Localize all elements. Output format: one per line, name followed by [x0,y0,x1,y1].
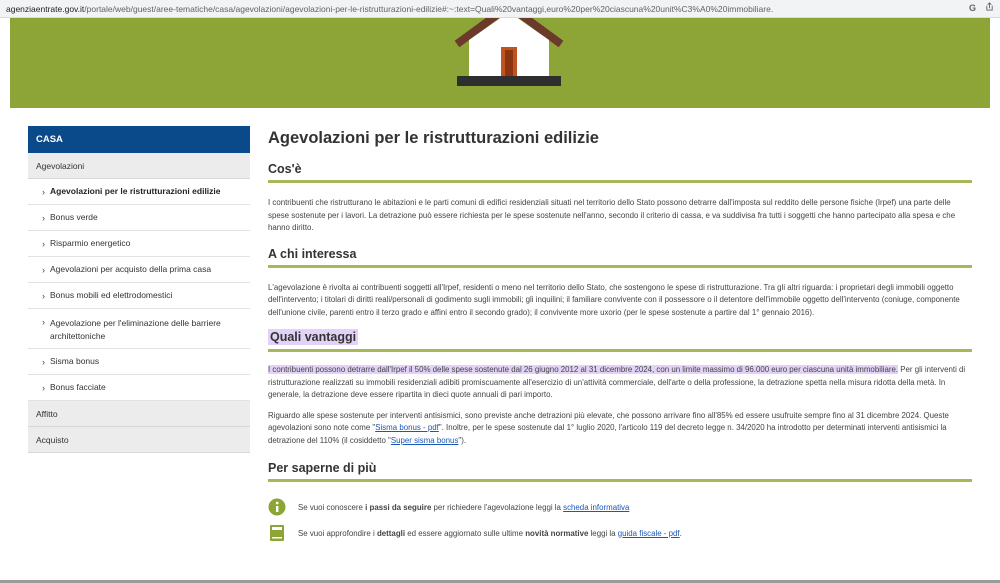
info-text-part: . [679,528,682,538]
book-icon [270,525,284,541]
info-text: Se vuoi approfondire i dettagli ed esser… [298,529,682,538]
section-divider [268,349,972,352]
paragraph-text: "). [458,435,467,445]
sidebar-item-bonus-mobili[interactable]: › Bonus mobili ed elettrodomestici [28,283,250,309]
sidebar-item-label: Bonus mobili ed elettrodomestici [50,290,173,300]
hero-banner [10,18,990,108]
house-icon [454,18,564,86]
chevron-right-icon: › [42,238,45,249]
chevron-right-icon: › [42,212,45,223]
sidebar-item-bonus-facciate[interactable]: › Bonus facciate [28,375,250,401]
chevron-right-icon: › [42,382,45,393]
sidebar-section-agevolazioni[interactable]: Agevolazioni [28,153,250,179]
share-icon[interactable] [985,2,994,13]
section-text-a-chi-interessa: L'agevolazione è rivolta ai contribuenti… [268,282,960,317]
super-sisma-bonus-link[interactable]: Super sisma bonus [391,436,459,445]
guida-fiscale-pdf-link[interactable]: guida fiscale - pdf [618,529,680,538]
info-text-part: leggi la [588,528,618,538]
info-text-part: per richiedere l'agevolazione leggi la [431,502,564,512]
section-divider [268,479,972,482]
scheda-informativa-link[interactable]: scheda informativa [563,503,629,512]
section-text-quali-vantaggi-2: Riguardo alle spese sostenute per interv… [268,410,972,448]
sidebar-item-label: Agevolazioni per le ristrutturazioni edi… [50,186,221,196]
sidebar-item-barriere[interactable]: › Agevolazione per l'eliminazione delle … [28,309,250,349]
section-divider [268,180,972,183]
sidebar-item-label: Bonus facciate [50,382,106,392]
sidebar-item-prima-casa[interactable]: › Agevolazioni per acquisto della prima … [28,257,250,283]
url-domain: agenziaentrate.gov.it [6,3,85,14]
section-text-quali-vantaggi-1: I contribuenti possono detrarre dall'Irp… [268,364,972,402]
info-text-part: ed essere aggiornato sulle ultime [405,528,526,538]
sidebar-item-bonus-verde[interactable]: › Bonus verde [28,205,250,231]
sidebar-section-affitto[interactable]: Affitto [28,401,250,427]
info-text-bold: i passi da seguire [365,502,432,512]
chevron-right-icon: › [42,356,45,367]
section-title-cos-e: Cos'è [268,162,302,176]
highlighted-text: I contribuenti possono detrarre dall'Irp… [268,365,899,374]
info-row-dettagli: Se vuoi approfondire i dettagli ed esser… [268,524,972,542]
chevron-right-icon: › [42,317,45,327]
info-text-part: Se vuoi conoscere [298,502,366,512]
main-content: Agevolazioni per le ristrutturazioni edi… [268,124,972,542]
chevron-right-icon: › [42,186,45,197]
section-title-quali-vantaggi: Quali vantaggi [268,329,972,349]
sidebar-item-sisma-bonus[interactable]: › Sisma bonus [28,349,250,375]
chevron-right-icon: › [42,264,45,275]
section-divider [268,264,972,268]
page-title: Agevolazioni per le ristrutturazioni edi… [268,129,599,147]
sidebar-nav: CASA Agevolazioni › Agevolazioni per le … [28,126,250,453]
sidebar-item-label: Agevolazione per l'eliminazione delle ba… [50,318,221,341]
address-bar[interactable]: agenziaentrate.gov.it/portale/web/guest/… [0,0,1000,18]
sidebar-item-ristrutturazioni[interactable]: › Agevolazioni per le ristrutturazioni e… [28,179,250,205]
url-path: /portale/web/guest/aree-tematiche/casa/a… [84,3,774,14]
sidebar-item-label: Agevolazioni per acquisto della prima ca… [50,264,212,274]
info-icon [268,498,286,516]
info-text-bold: novità normative [525,528,589,538]
sidebar-header[interactable]: CASA [28,126,250,153]
google-icon[interactable]: G [969,3,976,13]
sidebar-item-risparmio-energetico[interactable]: › Risparmio energetico [28,231,250,257]
sisma-bonus-pdf-link[interactable]: Sisma bonus - pdf [375,423,439,432]
info-row-passi: Se vuoi conoscere i passi da seguire per… [268,498,972,516]
sidebar-item-label: Sisma bonus [50,356,100,366]
sidebar-section-acquisto[interactable]: Acquisto [28,427,250,453]
info-text: Se vuoi conoscere i passi da seguire per… [298,503,629,512]
address-bar-icons: G [969,2,994,13]
sidebar-item-label: Bonus verde [50,212,98,222]
chevron-right-icon: › [42,290,45,301]
highlighted-title: Quali vantaggi [268,329,359,345]
info-text-part: Se vuoi approfondire i [298,528,377,538]
info-text-bold: dettagli [376,528,406,538]
section-title-per-saperne-di-piu: Per saperne di più [268,461,377,475]
sidebar-item-label: Risparmio energetico [50,238,131,248]
section-title-a-chi-interessa: A chi interessa [268,246,357,261]
section-text-cos-e: I contribuenti che ristrutturano le abit… [268,198,956,232]
